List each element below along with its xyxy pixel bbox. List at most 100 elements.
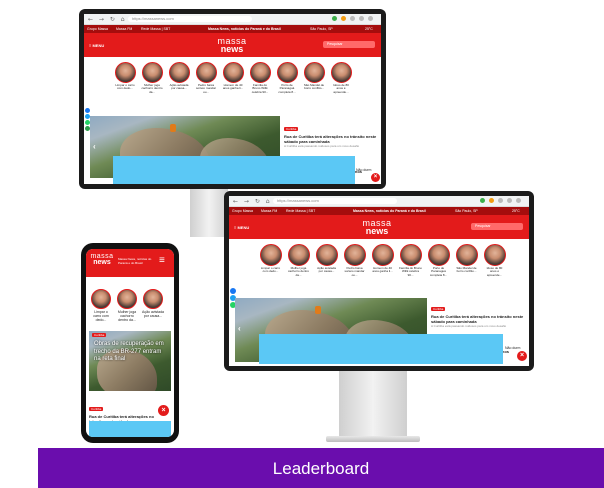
story-avatar[interactable] bbox=[114, 62, 136, 83]
story-avatar[interactable] bbox=[287, 244, 310, 266]
story-avatar[interactable] bbox=[315, 244, 338, 266]
format-label: Leaderboard bbox=[272, 459, 370, 478]
search-input[interactable]: Pesquisar bbox=[471, 223, 523, 230]
story-item[interactable]: Idoso de 80 anos é apreende... bbox=[483, 244, 506, 277]
story-avatar[interactable] bbox=[195, 62, 217, 83]
site-logo[interactable]: massa news bbox=[90, 253, 114, 267]
story-caption: Limpar o carro com dedo... bbox=[93, 310, 109, 323]
facebook-icon[interactable] bbox=[85, 108, 90, 113]
story-caption: Ação avistada por causa... bbox=[317, 266, 336, 274]
story-avatar[interactable] bbox=[330, 62, 352, 83]
story-item[interactable]: Pedro baixa sorteio mandar ou... bbox=[195, 62, 217, 94]
address-bar[interactable]: https://massanews.com bbox=[128, 16, 252, 22]
facebook-icon[interactable] bbox=[230, 288, 236, 294]
close-icon[interactable]: × bbox=[517, 351, 527, 361]
close-icon[interactable]: × bbox=[158, 405, 169, 416]
story-avatar[interactable] bbox=[168, 62, 190, 83]
hero-prev-icon[interactable]: ‹ bbox=[238, 324, 241, 333]
story-avatar[interactable] bbox=[141, 62, 163, 83]
story-item[interactable]: Pedro baixa sorteio mandar ou... bbox=[343, 244, 366, 277]
category-badge[interactable]: Curitiba bbox=[431, 307, 446, 311]
leaderboard-ad[interactable] bbox=[259, 334, 503, 364]
story-avatar[interactable] bbox=[259, 244, 282, 266]
topbar-item-sbt[interactable]: Rede Massa | SBT bbox=[286, 207, 315, 215]
story-avatar[interactable] bbox=[427, 244, 450, 266]
story-caption: Idoso de 80 anos é apreende... bbox=[486, 266, 503, 277]
menu-button[interactable]: ≡ MENU bbox=[89, 43, 104, 48]
category-badge[interactable]: Curitiba bbox=[284, 127, 299, 131]
topbar-item-fm[interactable]: Massa FM bbox=[116, 25, 132, 33]
mobile-header: massa news Massa News, notícias do Paran… bbox=[86, 249, 174, 277]
menu-button[interactable]: ≡ MENU bbox=[234, 225, 249, 230]
story-caption: Mulher joga cachorro dentro da... bbox=[117, 310, 137, 323]
hero-prev-icon[interactable]: ‹ bbox=[93, 142, 96, 151]
leaderboard-ad[interactable] bbox=[89, 421, 171, 437]
story-avatar[interactable] bbox=[143, 289, 163, 309]
story-avatar[interactable] bbox=[276, 62, 298, 83]
story-item[interactable]: São Mandel de borro conflito... bbox=[455, 244, 478, 277]
story-caption: Porto de Paranaguá completa 8... bbox=[278, 83, 296, 94]
story-avatar[interactable] bbox=[399, 244, 422, 266]
stories-row: Limpar o carro com dedo... Mulher joga ca… bbox=[90, 289, 164, 322]
story-item[interactable]: Limpar o carro com dedo... bbox=[90, 289, 112, 322]
category-badge[interactable]: Curitiba bbox=[92, 333, 107, 337]
news-tail: Não durm bbox=[505, 346, 521, 350]
story-caption: Ação avistada por causa... bbox=[142, 310, 164, 319]
story-caption: Pedro baixa sorteio mandar ou... bbox=[344, 266, 365, 277]
story-avatar[interactable] bbox=[343, 244, 366, 266]
monitor-front: ← → ↻ ⌂ https://massanews.com Grupo Mass… bbox=[224, 191, 534, 371]
story-avatar[interactable] bbox=[117, 289, 137, 309]
story-avatar[interactable] bbox=[222, 62, 244, 83]
story-caption: São Mandel de borro conflito... bbox=[456, 266, 477, 274]
browser-nav-icons[interactable]: ← → ↻ ⌂ bbox=[88, 16, 127, 23]
topbar-item-sbt[interactable]: Rede Massa | SBT bbox=[141, 25, 170, 33]
topbar-headline: Massa News, notícias do Paraná e do Bras… bbox=[208, 27, 281, 31]
story-avatar[interactable] bbox=[483, 244, 506, 266]
site-logo[interactable]: massa news bbox=[357, 218, 397, 235]
story-item[interactable]: Mulher joga cachorro dentro da... bbox=[287, 244, 310, 277]
smartphone-screen: massa news Massa News, notícias do Paran… bbox=[86, 249, 174, 437]
hamburger-icon[interactable]: ≡ bbox=[159, 256, 165, 266]
site-topbar: Grupo Massa Massa FM Rede Massa | SBT Ma… bbox=[84, 25, 381, 33]
story-caption: Porto de Paranaguá completa 8... bbox=[429, 266, 448, 277]
mobile-hero-title[interactable]: Obras de recuperação em trecho da BR-277… bbox=[94, 341, 166, 364]
search-input[interactable]: Pesquisar bbox=[323, 41, 375, 48]
story-item[interactable]: Ação avistada por causa... bbox=[315, 244, 338, 277]
story-avatar[interactable] bbox=[91, 289, 111, 309]
leaderboard-ad[interactable] bbox=[113, 156, 355, 184]
browser-extensions bbox=[480, 198, 521, 204]
close-icon[interactable]: × bbox=[371, 173, 380, 182]
browser-nav-icons[interactable]: ← → ↻ ⌂ bbox=[233, 198, 272, 205]
story-avatar[interactable] bbox=[371, 244, 394, 266]
story-item[interactable]: Família do Bruno Willk celebra 90... bbox=[249, 62, 271, 94]
story-item[interactable]: Ação avistada por causa... bbox=[142, 289, 164, 322]
story-item[interactable]: Família do Bruno Willk celebra 90... bbox=[399, 244, 422, 277]
category-badge[interactable]: Curitiba bbox=[89, 407, 104, 411]
story-item[interactable]: São Mandel de borro conflito... bbox=[303, 62, 325, 94]
story-item[interactable]: Mulher joga cachorro dentro da... bbox=[141, 62, 163, 94]
site-logo[interactable]: massa news bbox=[212, 36, 252, 53]
topbar-item-grupo[interactable]: Grupo Massa bbox=[87, 25, 108, 33]
mobile-hero-image[interactable]: Curitiba Obras de recuperação em trecho … bbox=[89, 331, 171, 391]
site-header: ≡ MENU massa news Pesquisar bbox=[84, 33, 381, 57]
story-item[interactable]: Homem de 40 anos ganha li... bbox=[222, 62, 244, 94]
topbar-item-grupo[interactable]: Grupo Massa bbox=[232, 207, 253, 215]
story-avatar[interactable] bbox=[303, 62, 325, 83]
story-item[interactable]: Limpar o carro com dedo... bbox=[114, 62, 136, 94]
story-caption: Mulher joga cachorro dentro da... bbox=[287, 266, 309, 277]
monitor-back: ← → ↻ ⌂ https://massanews.com Grupo Mass… bbox=[79, 9, 386, 189]
story-item[interactable]: Idoso de 80 anos é apreende... bbox=[330, 62, 352, 94]
story-item[interactable]: Limpar o carro com dedo... bbox=[259, 244, 282, 277]
address-bar[interactable]: https://massanews.com bbox=[273, 198, 397, 204]
story-caption: Idoso de 80 anos é apreende... bbox=[333, 83, 349, 94]
browser-chrome: ← → ↻ ⌂ https://massanews.com bbox=[84, 14, 381, 25]
story-item[interactable]: Porto de Paranaguá completa 8... bbox=[276, 62, 298, 94]
topbar-item-fm[interactable]: Massa FM bbox=[261, 207, 277, 215]
story-item[interactable]: Homem de 40 anos ganha li... bbox=[371, 244, 394, 277]
story-item[interactable]: Ação avistada por causa... bbox=[168, 62, 190, 94]
story-item[interactable]: Porto de Paranaguá completa 8... bbox=[427, 244, 450, 277]
story-avatar[interactable] bbox=[249, 62, 271, 83]
story-item[interactable]: Mulher joga cachorro dentro da... bbox=[116, 289, 138, 322]
browser-chrome: ← → ↻ ⌂ https://massanews.com bbox=[229, 196, 529, 207]
story-avatar[interactable] bbox=[455, 244, 478, 266]
